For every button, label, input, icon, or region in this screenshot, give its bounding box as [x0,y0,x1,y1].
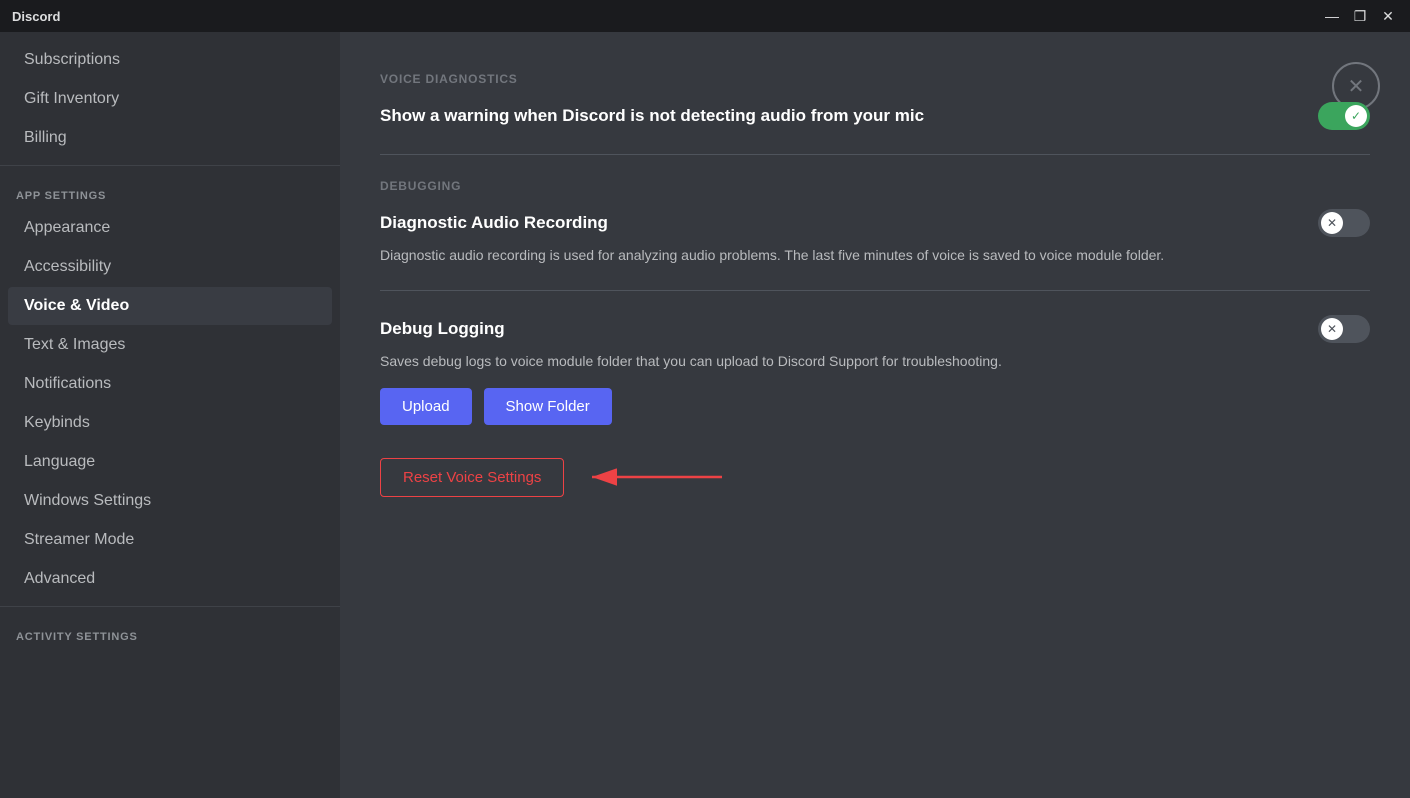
sidebar-item-notifications[interactable]: Notifications [8,365,332,403]
divider-2 [380,290,1370,291]
voice-diagnostics-label: VOICE DIAGNOSTICS [380,72,1370,86]
debug-buttons-row: Upload Show Folder [380,388,1370,425]
minimize-button[interactable]: — [1322,6,1342,26]
sidebar-item-voice-video[interactable]: Voice & Video [8,287,332,325]
warning-toggle-knob: ✓ [1345,105,1367,127]
app-title: Discord [12,9,1322,24]
debug-logging-title: Debug Logging [380,319,505,339]
esc-icon: ✕ [1348,74,1365,99]
titlebar: Discord — ❐ ✕ [0,0,1410,32]
reset-section: Reset Voice Settings [380,457,1370,497]
app-body: Subscriptions Gift Inventory Billing APP… [0,32,1410,798]
sidebar-divider [0,165,340,166]
diagnostic-recording-title: Diagnostic Audio Recording [380,213,608,233]
sidebar-item-windows-settings[interactable]: Windows Settings [8,482,332,520]
sidebar-item-advanced[interactable]: Advanced [8,560,332,598]
sidebar: Subscriptions Gift Inventory Billing APP… [0,32,340,798]
diagnostic-recording-knob: ✕ [1321,212,1343,234]
debugging-label: DEBUGGING [380,179,1370,193]
close-button[interactable]: ✕ [1378,6,1398,26]
sidebar-item-keybinds[interactable]: Keybinds [8,404,332,442]
sidebar-item-appearance[interactable]: Appearance [8,209,332,247]
diagnostic-recording-desc: Diagnostic audio recording is used for a… [380,245,1200,266]
red-arrow-annotation [572,457,732,497]
warning-setting-row: Show a warning when Discord is not detec… [380,102,1370,130]
sidebar-item-gift-inventory[interactable]: Gift Inventory [8,80,332,118]
window-controls: — ❐ ✕ [1322,6,1398,26]
debug-logging-row: Debug Logging ✕ [380,315,1370,343]
sidebar-item-language[interactable]: Language [8,443,332,481]
warning-toggle[interactable]: ✓ [1318,102,1370,130]
debug-logging-desc: Saves debug logs to voice module folder … [380,351,1200,372]
reset-voice-settings-button[interactable]: Reset Voice Settings [380,458,564,497]
divider-1 [380,154,1370,155]
content-area: ✕ ESC VOICE DIAGNOSTICS Show a warning w… [340,32,1410,798]
sidebar-item-subscriptions[interactable]: Subscriptions [8,41,332,79]
debug-logging-toggle[interactable]: ✕ [1318,315,1370,343]
sidebar-item-billing[interactable]: Billing [8,119,332,157]
sidebar-item-text-images[interactable]: Text & Images [8,326,332,364]
sidebar-item-accessibility[interactable]: Accessibility [8,248,332,286]
sidebar-item-streamer-mode[interactable]: Streamer Mode [8,521,332,559]
diagnostic-recording-toggle[interactable]: ✕ [1318,209,1370,237]
debug-logging-knob: ✕ [1321,318,1343,340]
upload-button[interactable]: Upload [380,388,472,425]
app-settings-label: APP SETTINGS [0,174,340,208]
diagnostic-recording-row: Diagnostic Audio Recording ✕ [380,209,1370,237]
sidebar-divider-2 [0,606,340,607]
warning-setting-title: Show a warning when Discord is not detec… [380,106,924,126]
show-folder-button[interactable]: Show Folder [484,388,612,425]
maximize-button[interactable]: ❐ [1350,6,1370,26]
activity-settings-label: ACTIVITY SETTINGS [0,615,340,649]
